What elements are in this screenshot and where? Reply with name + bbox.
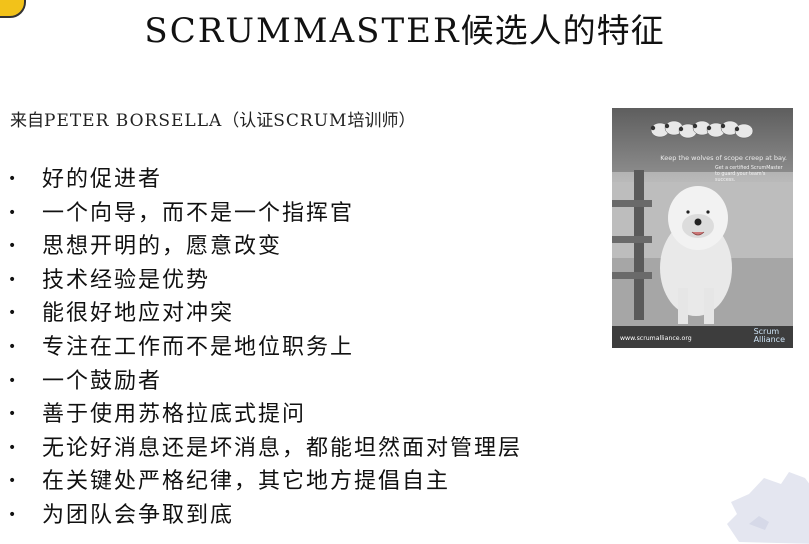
list-item: • 好的促进者 [0,163,522,197]
list-item: • 专注在工作而不是地位职务上 [0,331,522,365]
list-item-text: 专注在工作而不是地位职务上 [42,334,355,360]
poster-subline: Get a certified ScrumMaster to guard you… [715,166,783,183]
bullet-icon: • [8,305,19,322]
list-item: • 能很好地应对冲突 [0,297,522,331]
list-item-text: 在关键处严格纪律，其它地方提倡自主 [42,469,451,495]
bullet-icon: • [8,439,19,456]
list-item-text: 思想开明的，愿意改变 [42,234,283,260]
bullet-icon: • [8,238,19,255]
page-title: SCRUMMASTER候选人的特征 [0,4,809,52]
bullet-list: • 好的促进者 • 一个向导，而不是一个指挥官 • 思想开明的，愿意改变 • 技术经验是… [0,163,522,533]
list-item: • 思想开明的，愿意改变 [0,230,522,264]
list-item-text: 无论好消息还是坏消息，都能坦然面对管理层 [42,435,523,461]
source-prefix: 来自 [10,111,44,131]
source-paren-close: 培训师） [347,111,416,131]
corner-map-decoration [727,472,809,544]
scrum-alliance-poster: Keep the wolves of scope creep at bay. G… [612,108,793,348]
list-item: • 在关键处严格纪律，其它地方提倡自主 [0,465,522,499]
logo-line2: Alliance [753,335,785,344]
list-item-text: 能很好地应对冲突 [42,301,235,327]
list-item: • 一个向导，而不是一个指挥官 [0,197,522,231]
bullet-icon: • [8,473,19,490]
bullet-icon: • [8,338,19,355]
source-name: PETER BORSELLA [44,111,223,131]
list-item: • 技术经验是优势 [0,264,522,298]
list-item-text: 一个向导，而不是一个指挥官 [42,200,355,226]
bullet-icon: • [8,506,19,523]
source-paren-open: （认证 [222,111,274,131]
bullet-icon: • [8,372,19,389]
list-item: • 一个鼓励者 [0,365,522,399]
list-item-text: 为团队会争取到底 [42,502,235,528]
poster-tagline: Keep the wolves of scope creep at bay. [660,154,787,162]
list-item: • 善于使用苏格拉底式提问 [0,398,522,432]
list-item: • 为团队会争取到底 [0,499,522,533]
title-latin: SCRUMMASTER [144,11,461,51]
list-item-text: 好的促进者 [42,167,163,192]
poster-url: www.scrumalliance.org [620,335,692,342]
poster-artwork [612,120,793,326]
list-item-text: 一个鼓励者 [42,368,163,394]
list-item-text: 善于使用苏格拉底式提问 [42,402,307,428]
bullet-icon: • [8,204,19,221]
list-item-text: 技术经验是优势 [42,267,211,293]
bullet-icon: • [8,171,19,187]
bullet-icon: • [8,406,19,423]
scrum-alliance-logo: Scrum Alliance [754,328,785,344]
bullet-icon: • [8,271,19,288]
source-attribution: 来自PETER BORSELLA（认证SCRUM培训师） [10,106,415,131]
list-item: • 无论好消息还是坏消息，都能坦然面对管理层 [0,432,522,466]
title-chinese: 候选人的特征 [460,11,665,50]
source-scrum: SCRUM [273,111,348,131]
